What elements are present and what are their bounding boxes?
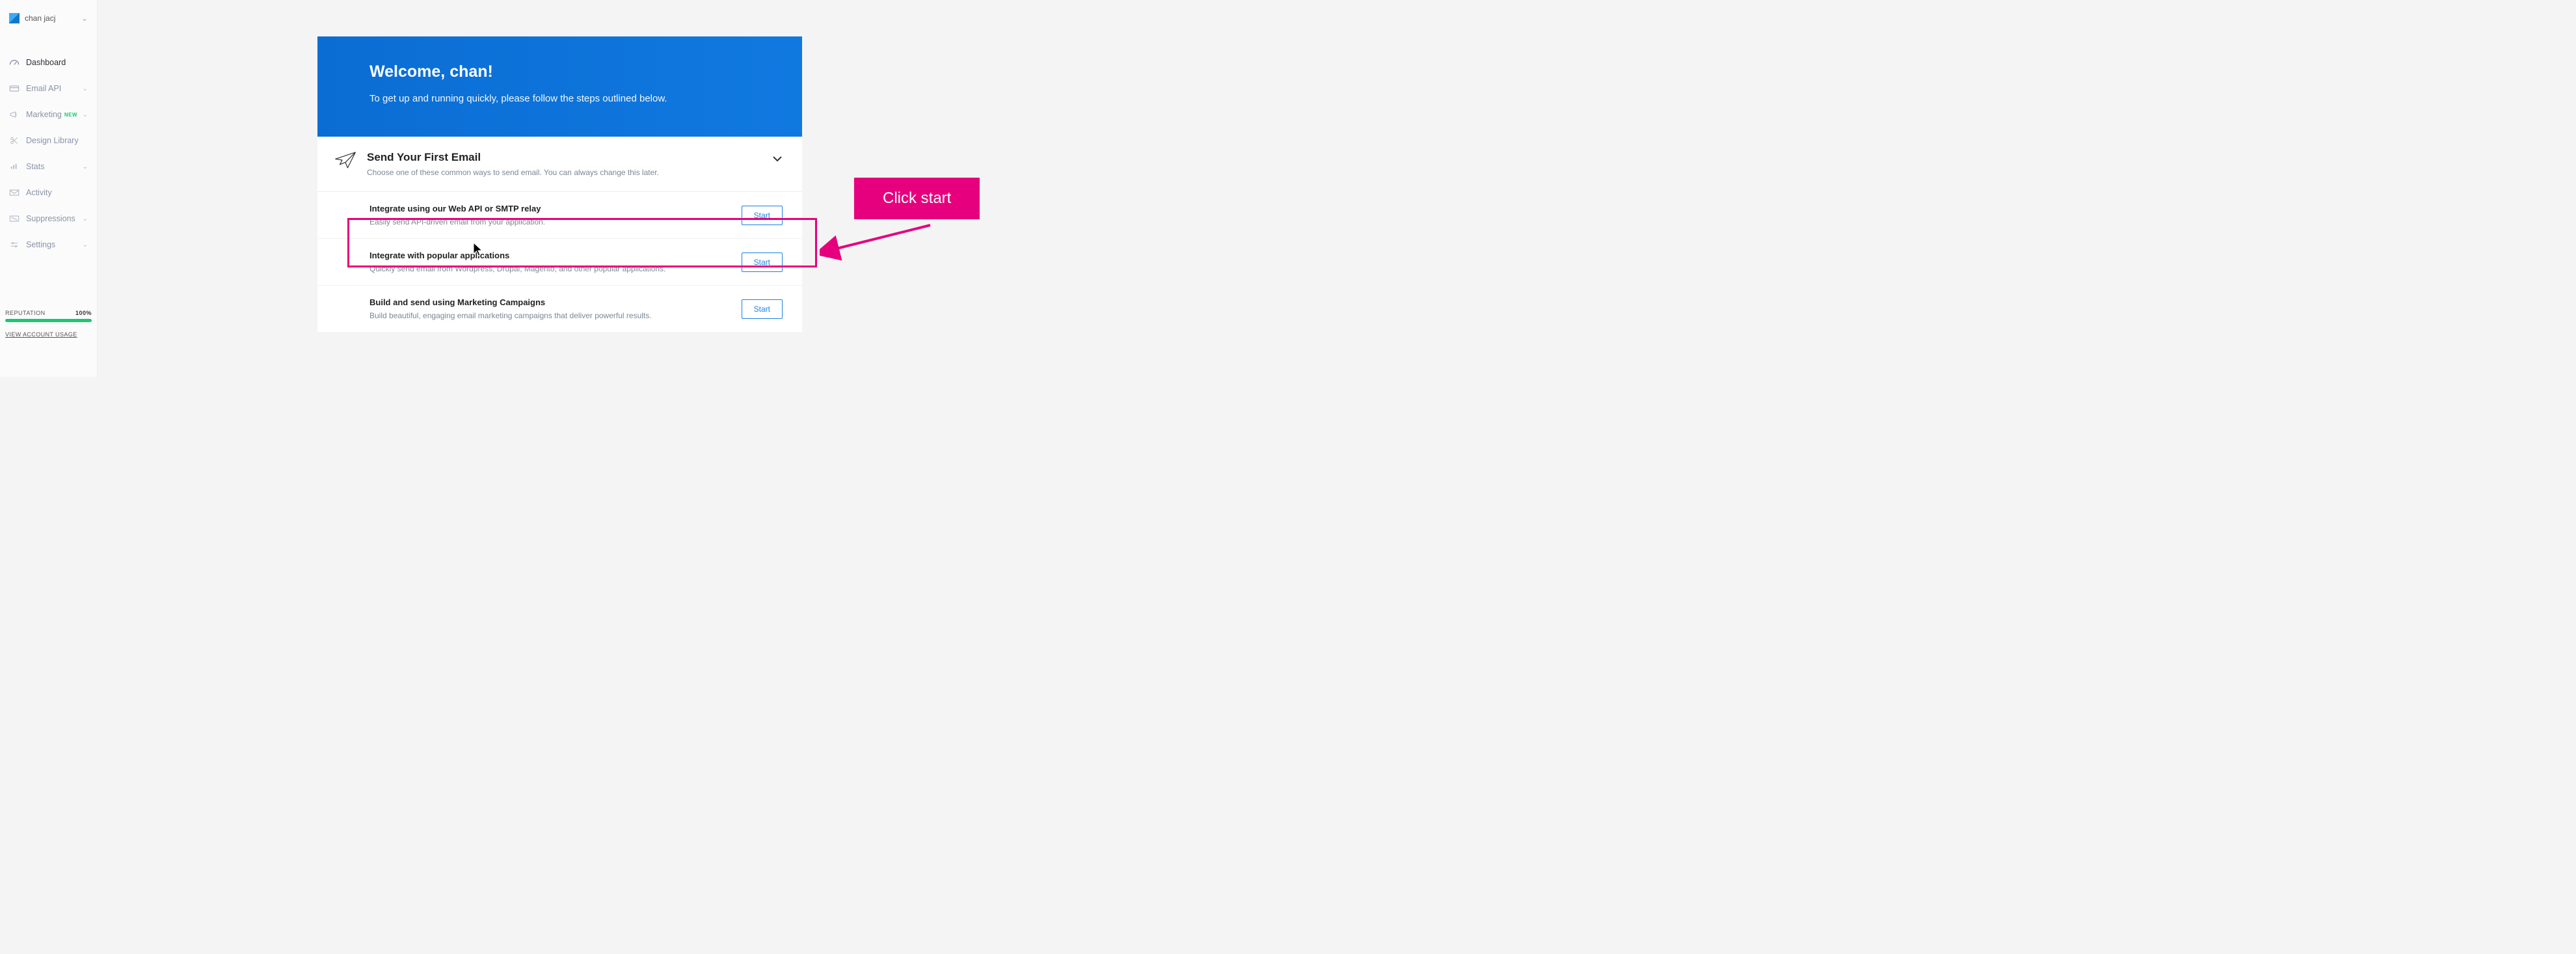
chevron-down-icon: ⌄ [81, 14, 88, 23]
send-first-email-panel: Send Your First Email Choose one of thes… [317, 137, 802, 332]
block-mail-icon [9, 214, 20, 223]
panel-title: Send Your First Email [367, 151, 772, 164]
reputation-bar [5, 319, 92, 322]
gauge-icon [9, 58, 20, 67]
account-name: chan jacj [25, 14, 55, 23]
nav-label: Design Library [26, 136, 79, 145]
option-desc: Quickly send email from Wordpress, Drupa… [369, 264, 716, 273]
callout-text: Click start [883, 189, 951, 207]
nav-label: Settings [26, 240, 55, 249]
sliders-icon [9, 240, 20, 249]
account-switcher[interactable]: chan jacj ⌄ [0, 7, 97, 30]
paper-plane-icon [334, 151, 356, 172]
option-title: Integrate with popular applications [369, 251, 716, 260]
annotation-callout: Click start [854, 178, 980, 219]
panel-subtitle: Choose one of these common ways to send … [367, 168, 772, 177]
reputation-label: REPUTATION [5, 310, 46, 316]
hero-subtitle: To get up and running quickly, please fo… [369, 93, 750, 104]
panel-header[interactable]: Send Your First Email Choose one of thes… [317, 137, 802, 192]
nav-activity[interactable]: Activity [0, 180, 97, 206]
sidebar-footer: REPUTATION 100% VIEW ACCOUNT USAGE [5, 310, 92, 338]
nav-label: Activity [26, 188, 52, 197]
option-desc: Build beautiful, engaging email marketin… [369, 311, 716, 320]
nav-label: Suppressions [26, 214, 75, 223]
nav-label: Marketing [26, 110, 62, 119]
nav-settings[interactable]: Settings ⌄ [0, 232, 97, 258]
reputation-value: 100% [75, 310, 92, 316]
annotation-arrow-icon [820, 219, 937, 271]
start-button[interactable]: Start [742, 299, 783, 319]
megaphone-icon [9, 110, 20, 119]
collapse-icon[interactable] [772, 154, 783, 164]
chevron-down-icon: ⌄ [83, 85, 88, 92]
option-marketing-campaigns: Build and send using Marketing Campaigns… [317, 286, 802, 332]
option-popular-apps: Integrate with popular applications Quic… [317, 239, 802, 286]
nav-marketing[interactable]: Marketing NEW ⌄ [0, 102, 97, 128]
scissors-icon [9, 136, 20, 145]
nav-dashboard[interactable]: Dashboard [0, 49, 97, 75]
start-button[interactable]: Start [742, 206, 783, 225]
option-desc: Easily send API-driven email from your a… [369, 217, 716, 226]
option-title: Integrate using our Web API or SMTP rela… [369, 204, 716, 213]
start-button[interactable]: Start [742, 252, 783, 272]
nav-label: Dashboard [26, 58, 66, 67]
card-icon [9, 84, 20, 93]
nav-stats[interactable]: Stats ⌄ [0, 154, 97, 180]
nav-design-library[interactable]: Design Library [0, 128, 97, 154]
nav-label: Email API [26, 84, 61, 93]
bar-chart-icon [9, 162, 20, 171]
sidebar: chan jacj ⌄ Dashboard Email API ⌄ Market… [0, 0, 98, 377]
chevron-down-icon: ⌄ [83, 215, 88, 223]
mail-icon [9, 188, 20, 197]
view-account-usage-link[interactable]: VIEW ACCOUNT USAGE [5, 331, 92, 338]
nav-label: Stats [26, 162, 45, 171]
logo-icon [9, 13, 20, 23]
chevron-down-icon: ⌄ [83, 163, 88, 170]
nav: Dashboard Email API ⌄ Marketing NEW ⌄ De… [0, 49, 97, 258]
nav-suppressions[interactable]: Suppressions ⌄ [0, 206, 97, 232]
option-web-api: Integrate using our Web API or SMTP rela… [317, 192, 802, 239]
chevron-down-icon: ⌄ [83, 111, 88, 118]
main-content: Welcome, chan! To get up and running qui… [317, 36, 802, 332]
option-title: Build and send using Marketing Campaigns [369, 297, 716, 307]
new-badge: NEW [64, 112, 77, 118]
hero-title: Welcome, chan! [369, 62, 750, 81]
nav-email-api[interactable]: Email API ⌄ [0, 75, 97, 102]
welcome-hero: Welcome, chan! To get up and running qui… [317, 36, 802, 137]
chevron-down-icon: ⌄ [83, 241, 88, 249]
